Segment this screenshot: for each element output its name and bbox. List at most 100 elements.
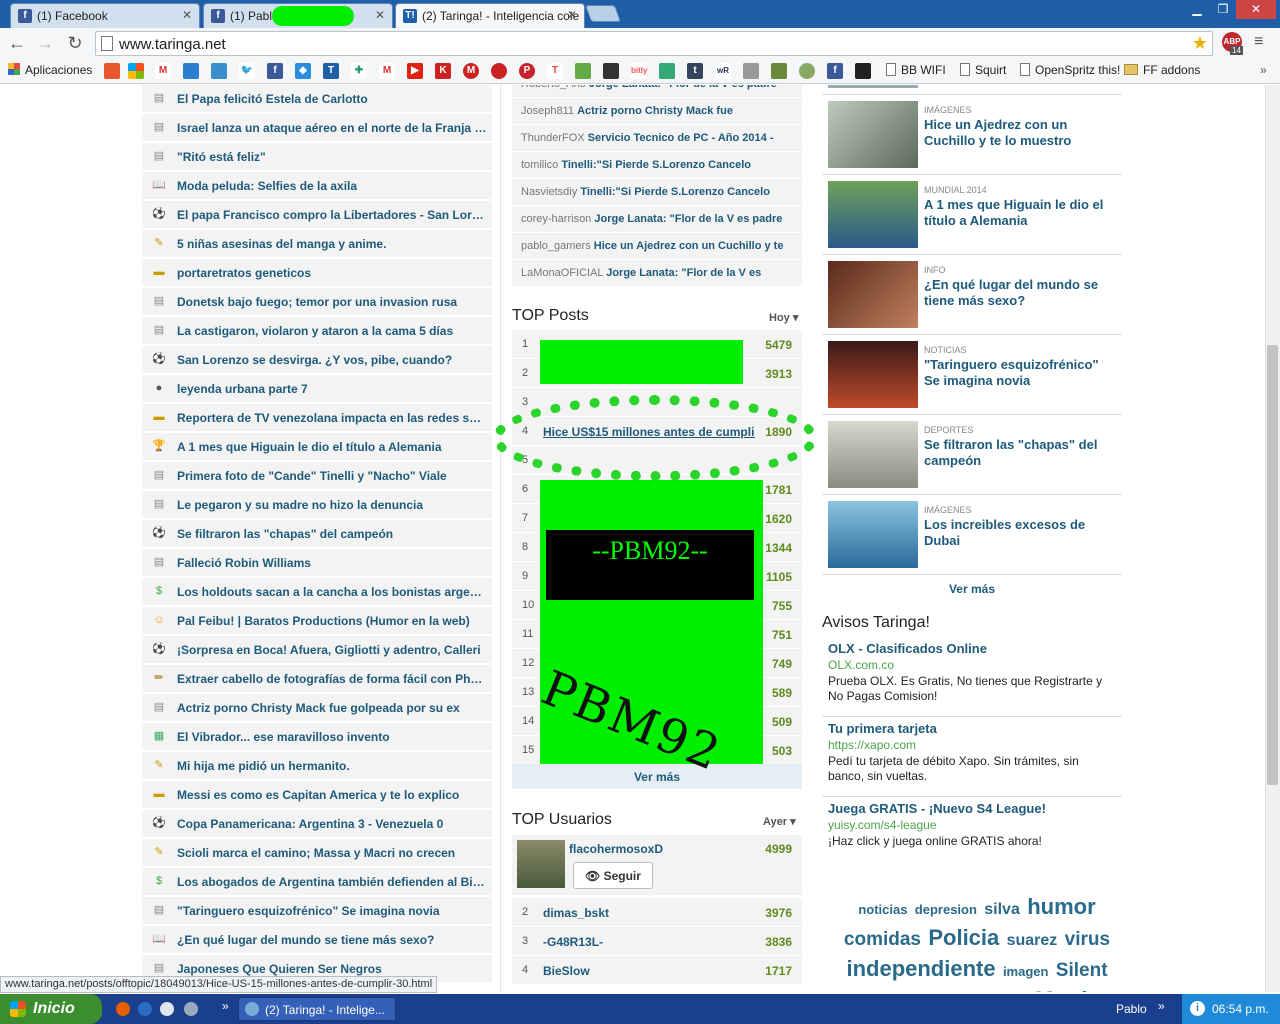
start-button[interactable]: Inicio — [0, 994, 102, 1024]
top-user-name[interactable]: -G48R13L- — [543, 935, 603, 949]
ie-icon[interactable] — [138, 1002, 152, 1016]
post-list-item[interactable]: ⚽ El papa Francisco compro la Libertadore… — [142, 201, 492, 229]
tag-link[interactable]: Martino — [1035, 987, 1114, 992]
post-title[interactable]: "Ritó está feliz" — [177, 150, 487, 164]
bookmark-icon[interactable]: ✚ — [351, 63, 367, 79]
post-title[interactable]: ¡Sorpresa en Boca! Afuera, Gigliotti y a… — [177, 643, 487, 657]
close-window-button[interactable]: ✕ — [1236, 0, 1276, 19]
post-title[interactable]: Mi hija me pidió un hermanito. — [177, 759, 487, 773]
featured-thumbnail[interactable] — [828, 101, 918, 168]
featured-thumbnail[interactable] — [828, 85, 918, 88]
comment-user[interactable]: tomilico — [521, 159, 558, 171]
forward-icon[interactable]: → — [34, 32, 56, 54]
comment-item[interactable]: LaMonaOFICIAL Jorge Lanata: "Flor de la … — [512, 260, 802, 287]
more-bookmarks-icon[interactable]: » — [1260, 63, 1267, 77]
comment-item[interactable]: tomilico Tinelli:"Si Pierde S.Lorenzo Ca… — [512, 152, 802, 179]
featured-card[interactable]: Imágenes Los increibles excesos de Dubai — [822, 495, 1122, 575]
comment-item[interactable]: Nasvietsdiy Tinelli:"Si Pierde S.Lorenzo… — [512, 179, 802, 206]
post-title[interactable]: Primera foto de "Cande" Tinelli y "Nacho… — [177, 469, 487, 483]
post-title[interactable]: ¿En qué lugar del mundo se tiene más sex… — [177, 933, 487, 947]
featured-thumbnail[interactable] — [828, 181, 918, 248]
post-title[interactable]: 5 niñas asesinas del manga y anime. — [177, 237, 487, 251]
top-posts-period-select[interactable]: Hoy ▾ — [769, 311, 798, 324]
post-title[interactable]: Messi es como es Capitan America y te lo… — [177, 788, 487, 802]
info-icon[interactable]: i — [1190, 1001, 1205, 1016]
post-title[interactable]: Donetsk bajo fuego; temor por una invasi… — [177, 295, 487, 309]
top-user-row[interactable]: 4 BieSlow 1717 — [512, 956, 802, 985]
bookmark-icon[interactable] — [659, 63, 675, 79]
featured-card[interactable]: Noticias "Taringuero esquizofrénico" Se i… — [822, 335, 1122, 415]
bookmark-icon[interactable] — [855, 63, 871, 79]
post-title[interactable]: El Papa felicitó Estela de Carlotto — [177, 92, 487, 106]
more-quicklaunch-icon[interactable]: » — [222, 999, 229, 1013]
comment-user[interactable]: Nasvietsdiy — [521, 186, 577, 198]
featured-title[interactable]: Los increibles excesos de Dubai — [924, 517, 1118, 549]
taringa-bookmark-icon[interactable]: T — [323, 63, 339, 79]
featured-thumbnail[interactable] — [828, 421, 918, 488]
twitter-bookmark-icon[interactable]: 🐦 — [239, 63, 255, 79]
featured-title[interactable]: Se filtraron las "chapas" del campeón — [924, 437, 1118, 469]
media-player-icon[interactable] — [160, 1002, 174, 1016]
youtube-bookmark-icon[interactable]: ▶ — [407, 63, 423, 79]
top-user-name[interactable]: dimas_bskt — [543, 906, 609, 920]
post-list-item[interactable]: 🏆 A 1 mes que Higuain le dio el título a … — [142, 433, 492, 461]
post-list-item[interactable]: ▬ Messi es como es Capitan America y te l… — [142, 781, 492, 809]
post-list-item[interactable]: ☺ Pal Feibu! | Baratos Productions (Humor… — [142, 607, 492, 635]
comment-post[interactable]: Servicio Tecnico de PC - Año 2014 - — [588, 132, 774, 144]
ad-title[interactable]: OLX - Clasificados Online — [828, 641, 1116, 656]
comment-post[interactable]: Hice un Ajedrez con un Cuchillo y te — [594, 240, 784, 252]
featured-thumbnail[interactable] — [828, 261, 918, 328]
post-title[interactable]: Pal Feibu! | Baratos Productions (Humor … — [177, 614, 487, 628]
top-posts-more-link[interactable]: Ver más — [512, 764, 802, 789]
gmail-bookmark-icon[interactable]: M — [379, 63, 395, 79]
comment-user[interactable]: Roberto_Ano — [521, 85, 586, 90]
post-list-item[interactable]: ▤ Donetsk bajo fuego; temor por una invas… — [142, 288, 492, 316]
bookmark-icon[interactable] — [743, 63, 759, 79]
top-user-row[interactable]: 2 dimas_bskt 3976 — [512, 898, 802, 927]
tag-link[interactable]: independiente — [846, 956, 995, 981]
gmail-bookmark-icon[interactable]: M — [155, 63, 171, 79]
menu-icon[interactable]: ≡ — [1254, 33, 1263, 51]
featured-card[interactable]: Deportes Se filtraron las "chapas" del ca… — [822, 415, 1122, 495]
post-title[interactable]: portaretratos geneticos — [177, 266, 487, 280]
bookmark-star-icon[interactable]: ★ — [1192, 33, 1208, 54]
top-user-name[interactable]: BieSlow — [543, 964, 590, 978]
featured-card[interactable]: Mundial 2014 A 1 mes que Higuain le dio e… — [822, 175, 1122, 255]
post-title[interactable]: El Vibrador... ese maravilloso invento — [177, 730, 487, 744]
post-list-item[interactable]: ▬ portaretratos geneticos — [142, 259, 492, 287]
featured-title[interactable]: Hice un Ajedrez con un Cuchillo y te lo … — [924, 117, 1118, 149]
pinterest-bookmark-icon[interactable]: P — [519, 63, 535, 79]
ad-item[interactable]: Tu primera tarjeta https://xapo.com Pedí… — [822, 721, 1122, 797]
post-title[interactable]: Actriz porno Christy Mack fue golpeada p… — [177, 701, 487, 715]
post-list-item[interactable]: ✏ Extraer cabello de fotografías de forma… — [142, 665, 492, 693]
post-list-item[interactable]: ▤ "Ritó está feliz" — [142, 143, 492, 171]
tag-link[interactable]: suarez — [1007, 932, 1058, 949]
post-list-item[interactable]: ✎ Mi hija me pidió un hermanito. — [142, 752, 492, 780]
tab-taringa[interactable]: T! (2) Taringa! - Inteligencia cole ✕ — [395, 3, 585, 28]
bookmark-icon[interactable] — [603, 63, 619, 79]
tab-facebook-2[interactable]: f (1) Pablo ✕ — [203, 3, 393, 28]
post-list-item[interactable]: ▤ El Papa felicitó Estela de Carlotto — [142, 85, 492, 113]
post-list-item[interactable]: 📖 Moda peluda: Selfies de la axila — [142, 172, 492, 200]
bookmark-icon[interactable] — [575, 63, 591, 79]
ad-item[interactable]: OLX - Clasificados Online OLX.com.co Pru… — [822, 641, 1122, 717]
featured-card[interactable]: Imágenes Hice un Ajedrez con un Cuchillo … — [822, 95, 1122, 175]
post-list-item[interactable]: ▤ Le pegaron y su madre no hizo la denunc… — [142, 491, 492, 519]
bookmark-icon[interactable]: wR — [715, 63, 731, 79]
taskbar-task-chrome[interactable]: (2) Taringa! - Intelige... — [238, 997, 396, 1021]
post-title[interactable]: Copa Panamericana: Argentina 3 - Venezue… — [177, 817, 487, 831]
firefox-icon[interactable] — [116, 1002, 130, 1016]
post-title[interactable]: Los abogados de Argentina también defien… — [177, 875, 487, 889]
post-title[interactable]: Japoneses Que Quieren Ser Negros — [177, 962, 487, 976]
featured-title[interactable]: A 1 mes que Higuain le dio el título a A… — [924, 197, 1118, 229]
close-tab-icon[interactable]: ✕ — [182, 8, 192, 22]
minimize-button[interactable]: ▁ — [1184, 0, 1210, 19]
post-list-item[interactable]: ▦ El Vibrador... ese maravilloso invento — [142, 723, 492, 751]
toolbar-expand-icon[interactable]: » — [1158, 999, 1165, 1013]
post-title[interactable]: La castigaron, violaron y ataron a la ca… — [177, 324, 487, 338]
post-list-item[interactable]: ⚽ ¡Sorpresa en Boca! Afuera, Gigliotti y … — [142, 636, 492, 664]
post-list-item[interactable]: ▤ "Taringuero esquizofrénico" Se imagina … — [142, 897, 492, 925]
post-list-item[interactable]: ● leyenda urbana parte 7 — [142, 375, 492, 403]
post-list-item[interactable]: ▤ Primera foto de "Cande" Tinelli y "Nach… — [142, 462, 492, 490]
comment-post[interactable]: Jorge Lanata: "Flor de la V es padre — [589, 85, 777, 90]
